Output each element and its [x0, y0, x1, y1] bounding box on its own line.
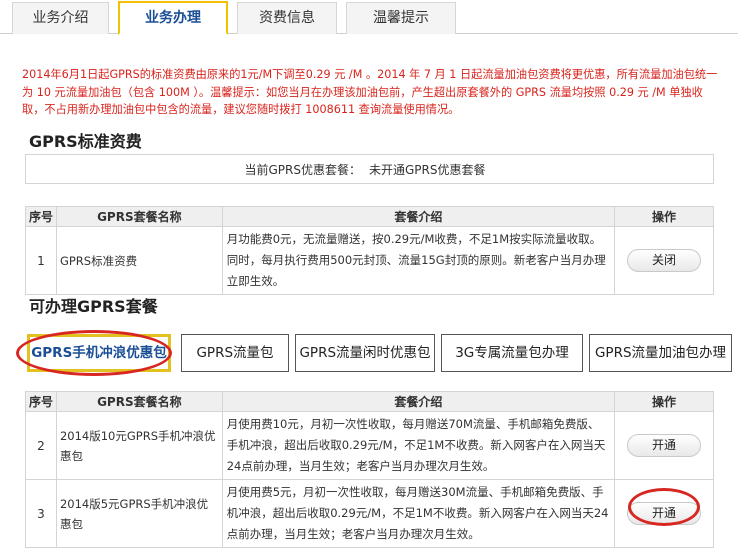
- col-seq-header: 序号: [25, 391, 57, 412]
- current-package-box: 当前GPRS优惠套餐： 未开通GPRS优惠套餐: [25, 154, 714, 184]
- package-tab-bar: GPRS手机冲浪优惠包 GPRS流量包 GPRS流量闲时优惠包 3G专属流量包办…: [25, 334, 735, 372]
- pkg-tab-surf-discount[interactable]: GPRS手机冲浪优惠包: [27, 334, 171, 372]
- table-row: 3 2014版5元GPRS手机冲浪优惠包 月使用费5元，月初一次性收取，每月赠送…: [25, 479, 714, 548]
- col-name-header: GPRS套餐名称: [55, 391, 223, 412]
- table-row: 1 GPRS标准资费 月功能费0元，无流量赠送，按0.29元/M收费，不足1M按…: [25, 226, 714, 295]
- current-package-value: 未开通GPRS优惠套餐: [369, 163, 486, 177]
- table-row: 2 2014版10元GPRS手机冲浪优惠包 月使用费10元，月初一次性收取，每月…: [25, 411, 714, 480]
- standard-section-title: GPRS标准资费: [29, 132, 142, 151]
- col-op-header: 操作: [614, 206, 714, 227]
- row-package-name: 2014版10元GPRS手机冲浪优惠包: [55, 411, 223, 480]
- available-section-title: 可办理GPRS套餐: [29, 297, 158, 316]
- pkg-tab-idle-discount[interactable]: GPRS流量闲时优惠包: [295, 334, 435, 372]
- open-package-button[interactable]: 开通: [627, 434, 702, 457]
- row-seq: 1: [25, 226, 57, 295]
- row-seq: 3: [25, 479, 57, 548]
- col-intro-header: 套餐介绍: [221, 391, 616, 412]
- notice-text: 2014年6月1日起GPRS的标准资费由原来的1元/M下调至0.29 元 /M …: [22, 68, 718, 116]
- tab-fee-info[interactable]: 资费信息: [237, 2, 337, 34]
- row-package-intro: 月使用费10元，月初一次性收取，每月赠送70M流量、手机邮箱免费版、手机冲浪，超…: [221, 411, 616, 480]
- open-package-button[interactable]: 开通: [627, 502, 702, 525]
- notice-area: 2014年6月1日起GPRS的标准资费由原来的1元/M下调至0.29 元 /M …: [22, 66, 722, 126]
- col-name-header: GPRS套餐名称: [55, 206, 223, 227]
- row-op-cell: 开通: [614, 411, 714, 480]
- tab-business-intro[interactable]: 业务介绍: [12, 2, 109, 34]
- row-op-cell: 开通: [614, 479, 714, 548]
- pkg-tab-data-pack[interactable]: GPRS流量包: [181, 334, 289, 372]
- row-package-intro: 月功能费0元，无流量赠送，按0.29元/M收费，不足1M按实际流量收取。同时，每…: [221, 226, 616, 295]
- tab-business-handling[interactable]: 业务办理: [118, 1, 228, 35]
- row-package-intro: 月使用费5元，月初一次性收取，每月赠送30M流量、手机邮箱免费版、手机冲浪，超出…: [221, 479, 616, 548]
- standard-table: 序号 GPRS套餐名称 套餐介绍 操作 1 GPRS标准资费 月功能费0元，无流…: [25, 206, 714, 295]
- current-package-label: 当前GPRS优惠套餐：: [244, 163, 362, 177]
- row-seq: 2: [25, 411, 57, 480]
- tab-warm-tips[interactable]: 温馨提示: [346, 2, 456, 34]
- pkg-tab-refuel-pack[interactable]: GPRS流量加油包办理: [589, 334, 732, 372]
- table-header-row: 序号 GPRS套餐名称 套餐介绍 操作: [25, 391, 714, 412]
- row-op-cell: 关闭: [614, 226, 714, 295]
- col-op-header: 操作: [614, 391, 714, 412]
- col-intro-header: 套餐介绍: [221, 206, 616, 227]
- row-package-name: GPRS标准资费: [55, 226, 223, 295]
- package-table: 序号 GPRS套餐名称 套餐介绍 操作 2 2014版10元GPRS手机冲浪优惠…: [25, 391, 714, 548]
- close-package-button[interactable]: 关闭: [627, 249, 701, 272]
- table-header-row: 序号 GPRS套餐名称 套餐介绍 操作: [25, 206, 714, 227]
- col-seq-header: 序号: [25, 206, 57, 227]
- row-package-name: 2014版5元GPRS手机冲浪优惠包: [55, 479, 223, 548]
- main-tab-bar: 业务介绍 业务办理 资费信息 温馨提示: [0, 0, 738, 35]
- pkg-tab-3g-pack[interactable]: 3G专属流量包办理: [441, 334, 583, 372]
